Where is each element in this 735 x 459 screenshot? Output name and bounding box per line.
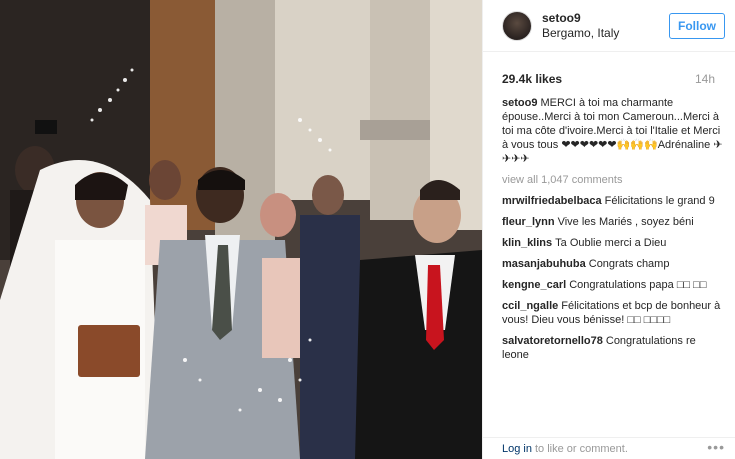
comment-item: kengne_carl Congratulations papa □□ □□ [502,278,723,292]
post-age[interactable]: 14h [695,72,715,86]
comment-item: mrwilfriedabelbaca Félicitations le grand… [502,194,723,208]
caption: setoo9 MERCI à toi ma charmante épouse..M… [502,96,723,166]
post-location[interactable]: Bergamo, Italy [542,26,669,41]
comment-username[interactable]: mrwilfriedabelbaca [502,195,602,207]
follow-button[interactable]: Follow [669,12,725,39]
likes-count[interactable]: 29.4k likes [502,72,562,86]
comment-username[interactable]: masanjabuhuba [502,258,586,270]
author-block: setoo9 Bergamo, Italy [542,11,669,41]
post-photo[interactable] [0,0,482,459]
comment-username[interactable]: ccil_ngalle [502,300,558,312]
comment-item: salvatoretornello78 Congratulations re le… [502,334,723,362]
comment-username[interactable]: kengne_carl [502,279,566,291]
comment-text: Ta Oublie merci a Dieu [555,237,667,249]
comment-item: klin_klins Ta Oublie merci a Dieu [502,236,723,250]
comment-text: Vive les Mariés , soyez béni [557,216,694,228]
view-all-comments-link[interactable]: view all 1,047 comments [502,173,723,187]
comment-item: fleur_lynn Vive les Mariés , soyez béni [502,215,723,229]
ellipsis-icon[interactable]: ••• [707,439,725,455]
comment-text: Félicitations le grand 9 [604,195,715,207]
comment-item: masanjabuhuba Congrats champ [502,257,723,271]
comment-item: ccil_ngalle Félicitations et bcp de bonhe… [502,299,723,327]
instagram-post: setoo9 Bergamo, Italy Follow 29.4k likes… [0,0,735,459]
wedding-photo-illustration [0,0,482,459]
comments-list: setoo9 MERCI à toi ma charmante épouse..M… [483,86,735,362]
caption-username[interactable]: setoo9 [502,97,537,109]
avatar[interactable] [502,10,532,41]
login-link[interactable]: Log in [502,443,532,455]
post-footer: Log in to like or comment. ••• [483,437,735,459]
comment-text: Congratulations papa □□ □□ [569,279,707,291]
comment-username[interactable]: klin_klins [502,237,552,249]
post-sidebar: setoo9 Bergamo, Italy Follow 29.4k likes… [482,0,735,459]
post-meta: 29.4k likes 14h [483,52,735,86]
comment-username[interactable]: salvatoretornello78 [502,335,603,347]
comment-text: Congrats champ [588,258,670,270]
comment-username[interactable]: fleur_lynn [502,216,555,228]
author-username[interactable]: setoo9 [542,11,669,26]
login-prompt: to like or comment. [534,442,628,455]
post-header: setoo9 Bergamo, Italy Follow [483,0,735,52]
